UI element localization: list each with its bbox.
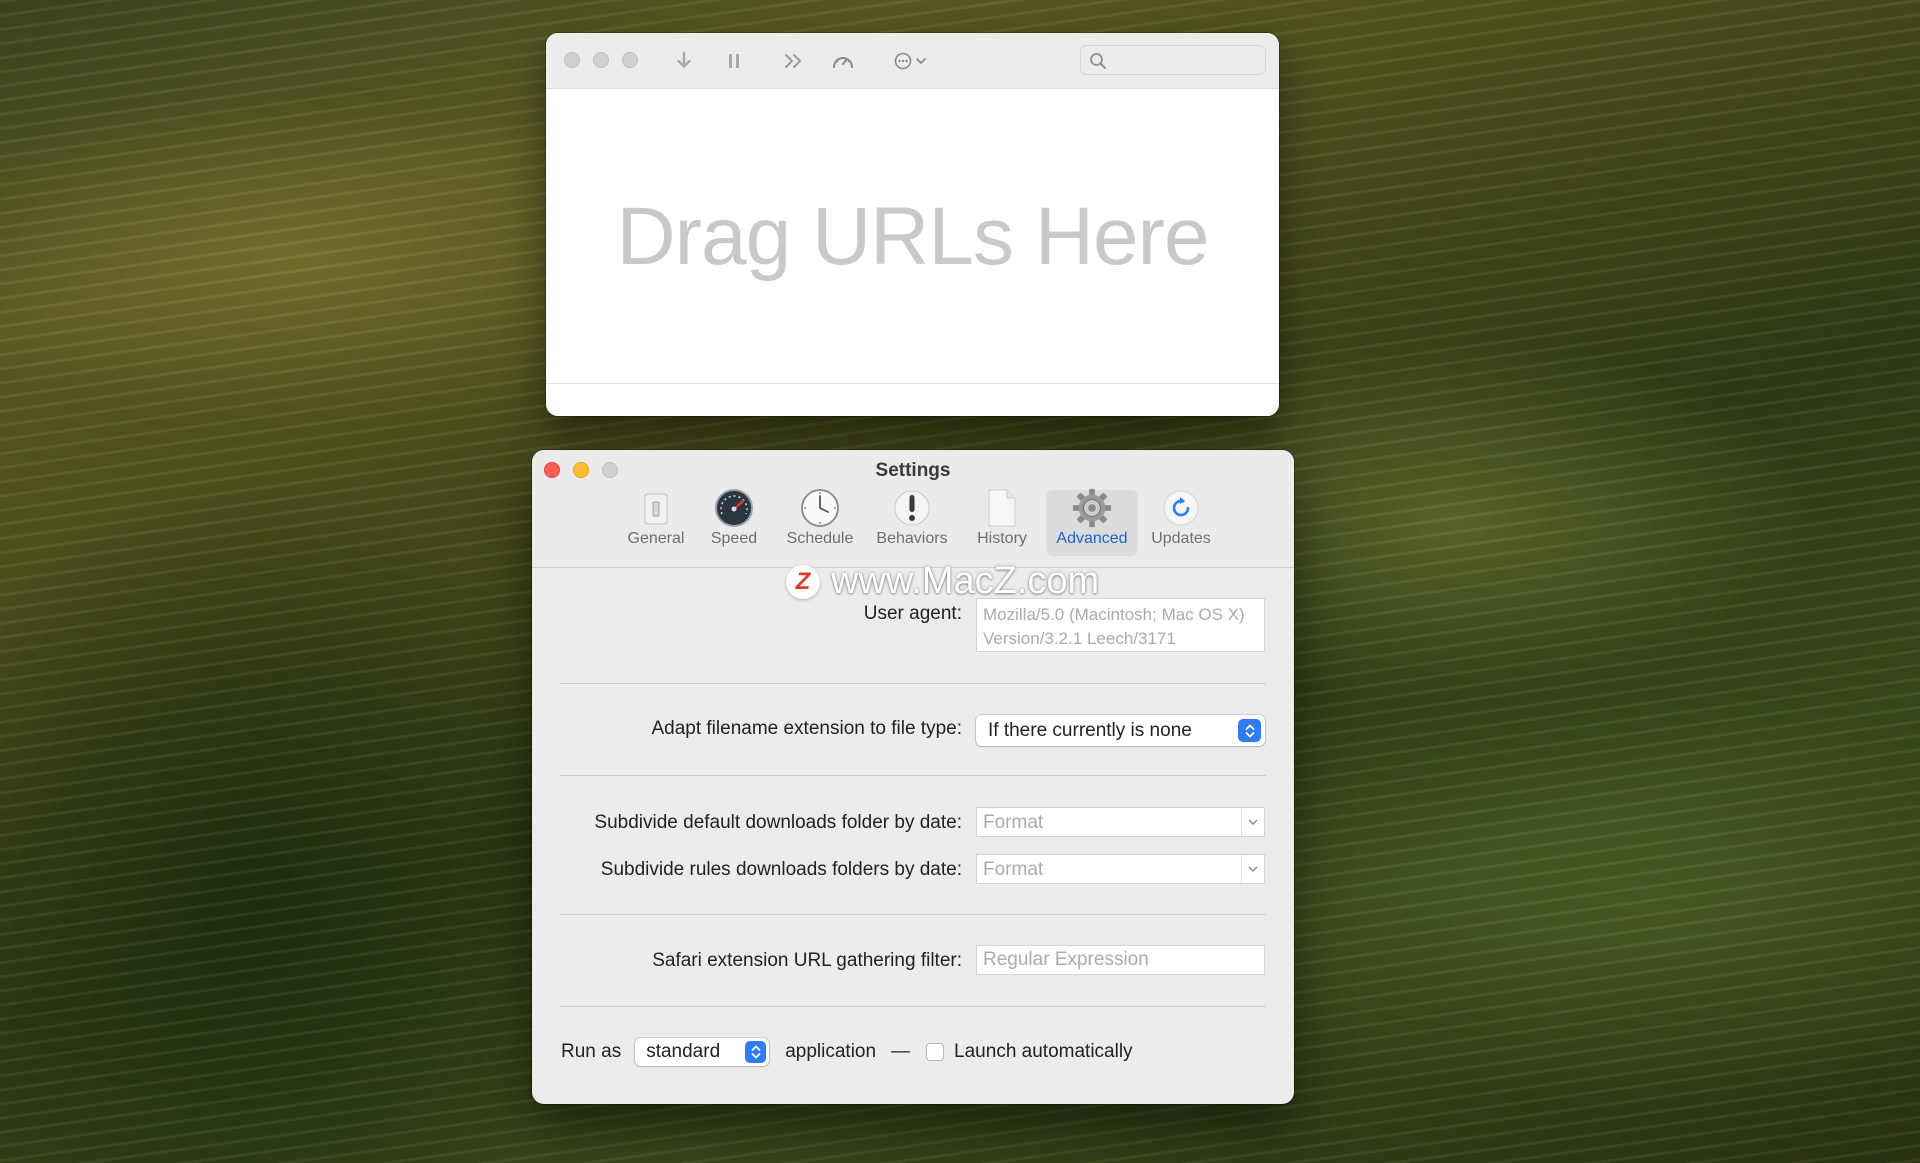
chevron-down-icon[interactable] [1241,808,1264,836]
refresh-icon [1160,488,1202,528]
minimize-button[interactable] [593,52,609,68]
gear-icon [1071,488,1113,528]
watermark: Z www.MacZ.com [786,560,1099,603]
run-as-dash: — [891,1041,911,1062]
fast-forward-icon[interactable] [781,48,807,74]
window-title: Settings [875,460,951,481]
run-as-suffix: application [785,1041,877,1062]
adapt-extension-label: Adapt filename extension to file type: [651,718,962,739]
divider [560,914,1266,915]
watermark-logo: Z [786,564,820,599]
close-button[interactable] [564,52,580,68]
chevron-down-icon[interactable] [912,48,930,74]
user-agent-field[interactable]: Mozilla/5.0 (Macintosh; Mac OS X) Versio… [976,598,1265,652]
general-switch-icon [635,490,677,528]
run-as-row: Run as standard application — Launch aut… [561,1037,1133,1067]
drop-placeholder-text: Drag URLs Here [616,190,1209,282]
subdivide-rules-placeholder: Format [983,859,1044,880]
tab-behaviors[interactable]: Behaviors [866,490,958,556]
watermark-text: www.MacZ.com [831,560,1100,602]
up-down-arrows-icon [745,1041,767,1063]
speedometer-icon[interactable] [830,48,856,74]
tab-schedule[interactable]: Schedule [774,488,866,556]
up-down-arrows-icon [1238,719,1261,742]
tab-history[interactable]: History [958,488,1046,556]
safari-filter-input[interactable] [976,945,1265,975]
leech-main-window: Drag URLs Here [546,33,1279,416]
adapt-extension-popup[interactable]: If there currently is none [976,715,1265,746]
exclamation-icon [891,488,933,528]
divider [560,1006,1266,1007]
tab-advanced[interactable]: Advanced [1046,488,1138,556]
chevron-down-icon[interactable] [1241,855,1264,883]
zoom-button[interactable] [622,52,638,68]
search-field[interactable] [1080,45,1266,75]
launch-automatically-checkbox[interactable] [926,1043,945,1061]
launch-automatically-label[interactable]: Launch automatically [954,1041,1133,1063]
search-icon [1089,52,1107,75]
status-bar [546,383,1279,416]
tab-speed[interactable]: Speed [694,488,774,556]
adapt-extension-value: If there currently is none [988,720,1192,741]
divider [560,775,1266,776]
clock-icon [799,488,841,528]
subdivide-default-placeholder: Format [983,812,1044,833]
download-icon[interactable] [671,48,697,74]
subdivide-rules-combo[interactable]: Format [976,854,1265,884]
safari-filter-label: Safari extension URL gathering filter: [652,950,962,971]
search-input[interactable] [1111,50,1263,72]
pause-icon[interactable] [721,48,747,74]
divider [560,683,1266,684]
user-agent-label: User agent: [863,603,962,624]
document-icon [981,488,1023,528]
run-as-value: standard [646,1041,721,1062]
settings-toolbar: Settings General Speed Schedule Behavior… [532,450,1294,568]
tab-general[interactable]: General [618,490,694,556]
run-as-popup[interactable]: standard [635,1038,770,1066]
subdivide-default-label: Subdivide default downloads folder by da… [594,812,962,833]
main-toolbar [546,33,1279,89]
tab-updates[interactable]: Updates [1138,490,1224,556]
speedometer-icon [713,488,755,528]
url-drop-area[interactable]: Drag URLs Here [546,89,1279,384]
subdivide-default-combo[interactable]: Format [976,807,1265,837]
subdivide-rules-label: Subdivide rules downloads folders by dat… [600,859,962,880]
settings-window: Settings General Speed Schedule Behavior… [532,450,1294,1104]
settings-tabbar: General Speed Schedule Behaviors History… [618,488,1224,558]
run-as-prefix: Run as [561,1041,622,1062]
